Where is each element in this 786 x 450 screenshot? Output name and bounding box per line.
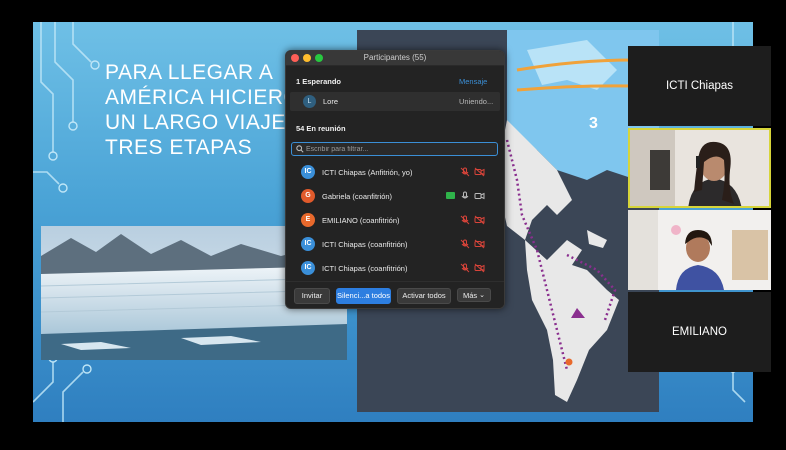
waiting-participant-status: Uniendo... [459,97,494,106]
mic-muted-icon[interactable] [460,167,470,177]
mic-muted-icon[interactable] [460,215,470,225]
window-title: Participantes (55) [363,53,427,62]
participant-video [628,210,771,290]
screen-share-icon [446,192,455,199]
search-icon [296,145,304,153]
chevron-down-icon: ⌄ [479,292,485,299]
participants-footer: Invitar Silenci...a todos Activar todos … [286,281,504,308]
participant-status-icons [460,167,490,177]
participant-row[interactable]: IC ICTI Chiapas (coanfitrión) [286,233,496,255]
search-input[interactable] [306,143,491,155]
video-off-icon[interactable] [474,263,485,273]
slide-title-line-4: TRES ETAPAS [105,136,253,159]
window-titlebar[interactable]: Participantes (55) [286,51,504,66]
participant-row[interactable]: IC ICTI Chiapas (Anfitrión, yo) [286,161,496,183]
video-icon[interactable] [474,191,485,201]
participant-name: ICTI Chiapas (coanfitrión) [322,264,408,273]
participant-status-icons [446,191,490,201]
avatar: L [303,95,316,108]
video-tile-active-speaker[interactable] [628,128,771,208]
slide-title-line-1: PARA LLEGAR A [105,61,274,84]
participant-video [630,130,769,206]
participant-name: EMILIANO (coanfitrión) [322,216,400,225]
video-tile-1[interactable]: ICTI Chiapas [628,46,771,126]
mic-muted-icon[interactable] [460,263,470,273]
video-tile-4[interactable]: EMILIANO [628,292,771,372]
video-tile-3[interactable] [628,210,771,290]
participant-search[interactable] [291,142,498,156]
slide-title-line-2: AMÉRICA HICIERO [105,86,301,109]
map-stage-number: 3 [589,115,598,132]
participant-row[interactable]: IC ICTI Chiapas (coanfitrión) [286,257,496,279]
avatar: G [301,189,315,203]
more-button[interactable]: Más ⌄ [457,288,491,302]
mute-all-button[interactable]: Silenci...a todos [336,288,391,304]
avatar: E [301,213,315,227]
participant-status-icons [460,239,490,249]
avatar: IC [301,261,315,275]
more-button-label: Más [463,291,478,300]
video-tile-name: ICTI Chiapas [665,80,734,92]
participant-name: ICTI Chiapas (Anfitrión, yo) [322,168,413,177]
participant-name: Gabriela (coanfitrión) [322,192,393,201]
slide-title: PARA LLEGAR A AMÉRICA HICIERO UN LARGO V… [105,60,305,160]
mic-icon[interactable] [460,191,470,201]
video-off-icon[interactable] [474,167,485,177]
avatar: IC [301,165,315,179]
slide-title-line-3: UN LARGO VIAJE [105,111,286,134]
unmute-all-button[interactable]: Activar todos [397,288,451,304]
video-off-icon[interactable] [474,215,485,225]
in-meeting-header: 54 En reunión [296,124,346,133]
avatar: IC [301,237,315,251]
participant-status-icons [460,215,490,225]
waiting-participant-name: Lore [323,97,339,106]
participant-name: ICTI Chiapas (coanfitrión) [322,240,408,249]
participant-row[interactable]: G Gabriela (coanfitrión) [286,185,496,207]
mic-muted-icon[interactable] [460,239,470,249]
participants-window[interactable]: Participantes (55) 1 Esperando Mensaje L… [285,50,505,309]
participant-row[interactable]: E EMILIANO (coanfitrión) [286,209,496,231]
message-waiting-link[interactable]: Mensaje [459,77,487,86]
invite-button[interactable]: Invitar [294,288,330,304]
participant-status-icons [460,263,490,273]
video-off-icon[interactable] [474,239,485,249]
waiting-header: 1 Esperando [296,77,342,86]
waiting-participant-row[interactable]: L Lore Uniendo... [290,92,500,111]
video-tile-name: EMILIANO [672,326,727,338]
